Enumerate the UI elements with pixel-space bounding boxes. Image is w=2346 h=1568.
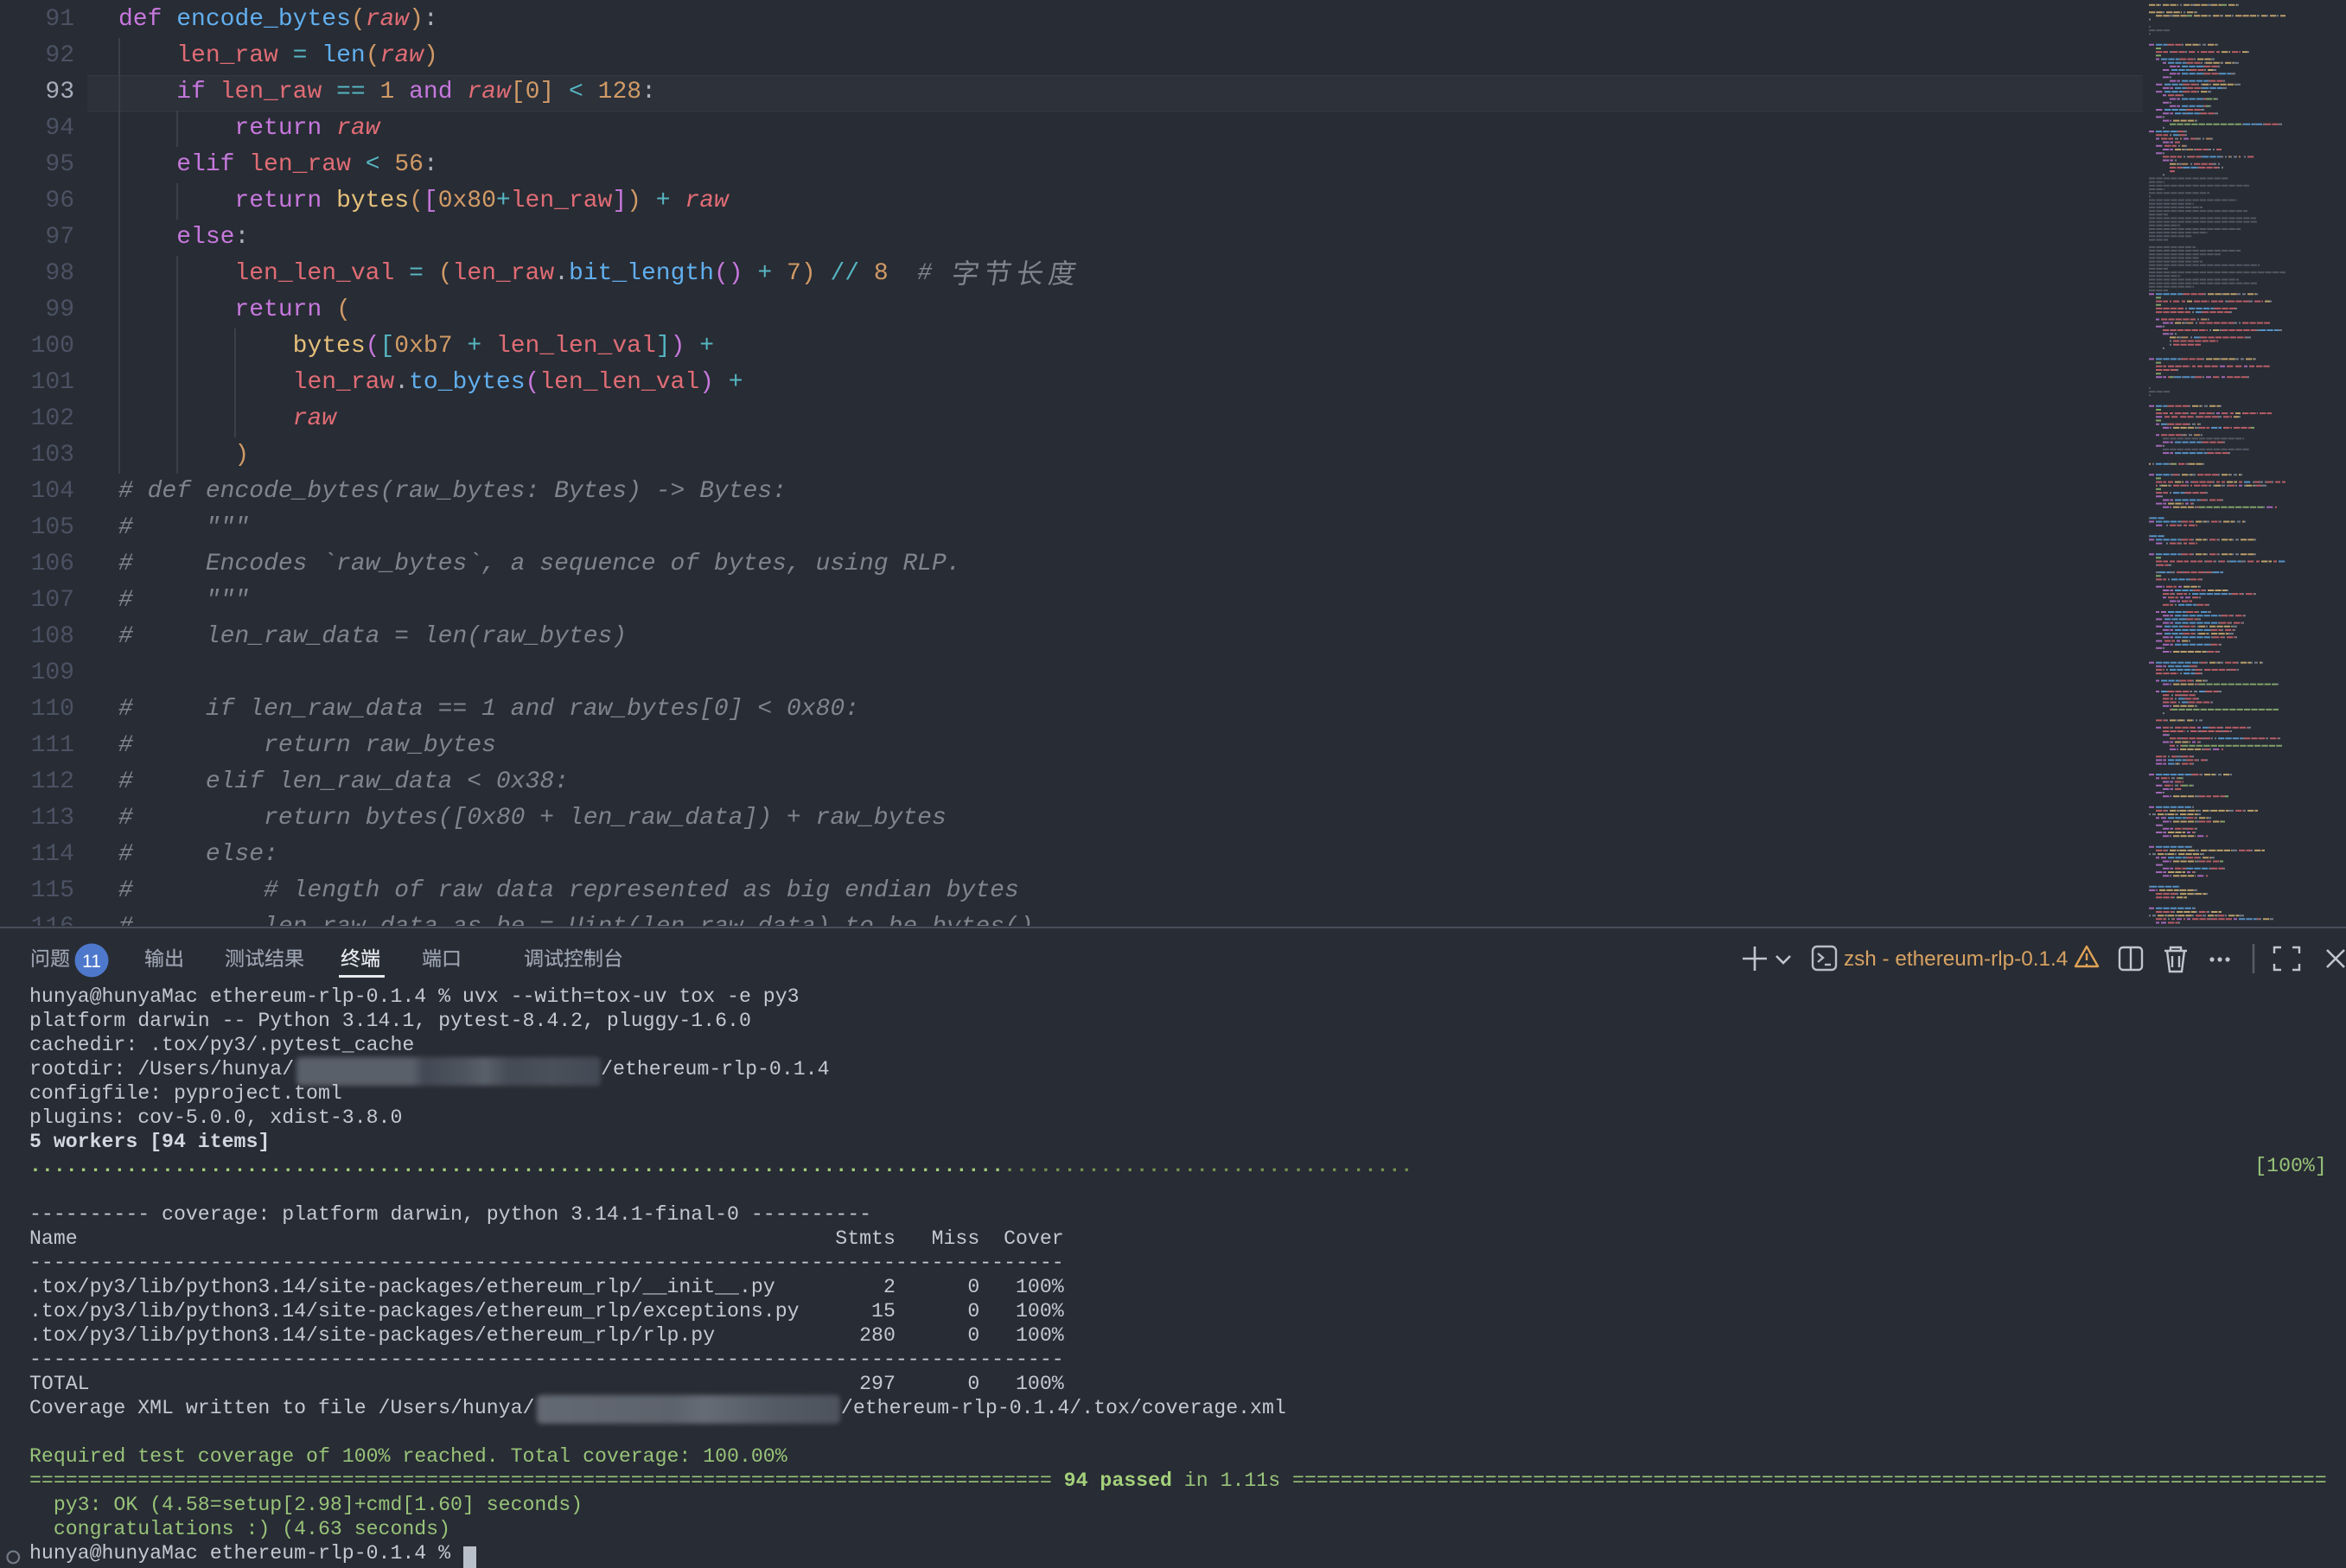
svg-text:11: 11	[82, 952, 101, 972]
svg-text:zsh - ethereum-rlp-0.1.4: zsh - ethereum-rlp-0.1.4	[1844, 947, 2068, 971]
